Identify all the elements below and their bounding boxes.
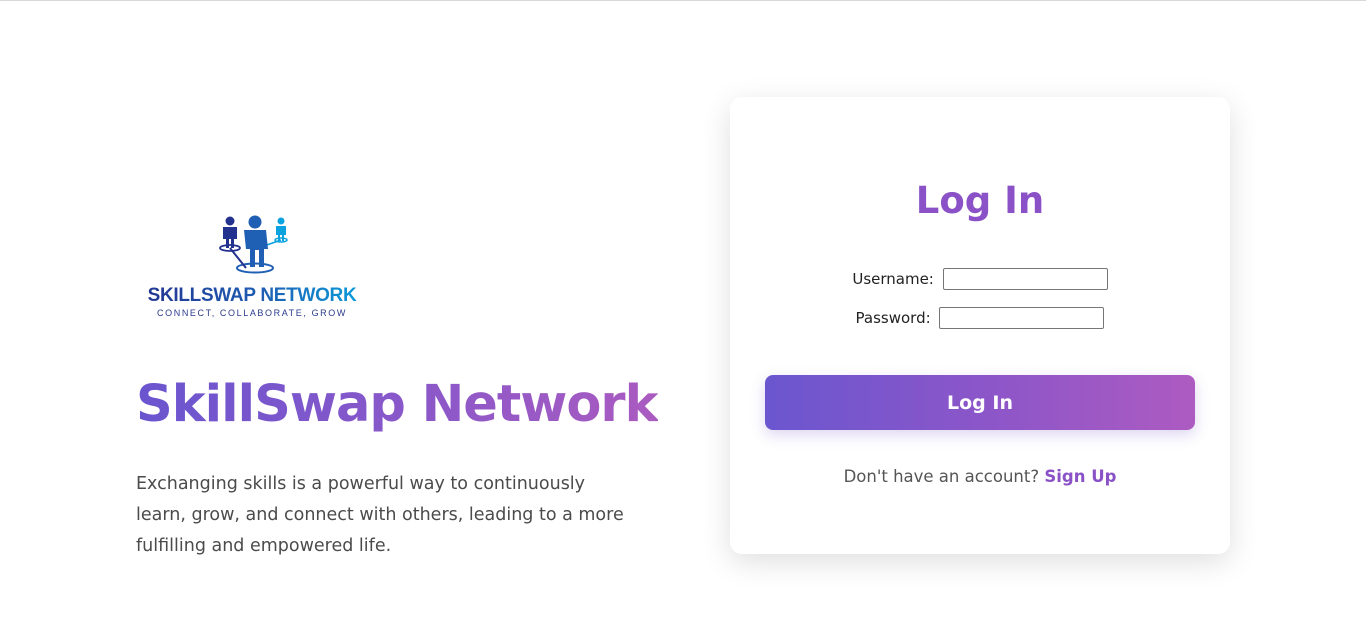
logo-tagline: CONNECT, COLLABORATE, GROW (157, 308, 347, 318)
logo-title: SKILLSWAP NETWORK (132, 285, 372, 307)
people-network-icon (219, 215, 288, 274)
hero-description: Exchanging skills is a powerful way to c… (136, 474, 624, 556)
password-row: Password: (730, 307, 1230, 329)
username-row: Username: (730, 268, 1230, 290)
signup-row: Don't have an account? Sign Up (730, 467, 1230, 486)
signup-prompt: Don't have an account? (843, 467, 1040, 486)
brand-logo: SKILLSWAP NETWORK CONNECT, COLLABORATE, … (132, 213, 372, 323)
login-button[interactable]: Log In (765, 375, 1195, 430)
login-title: Log In (915, 179, 1045, 222)
login-card: Log In Username: Password: Log In Don't … (730, 97, 1230, 554)
username-label: Username: (852, 270, 934, 288)
signup-link[interactable]: Sign Up (1044, 467, 1116, 486)
password-label: Password: (855, 309, 931, 327)
password-input[interactable] (939, 307, 1105, 329)
username-input[interactable] (942, 268, 1108, 290)
hero-title: SkillSwap Network (136, 375, 658, 434)
